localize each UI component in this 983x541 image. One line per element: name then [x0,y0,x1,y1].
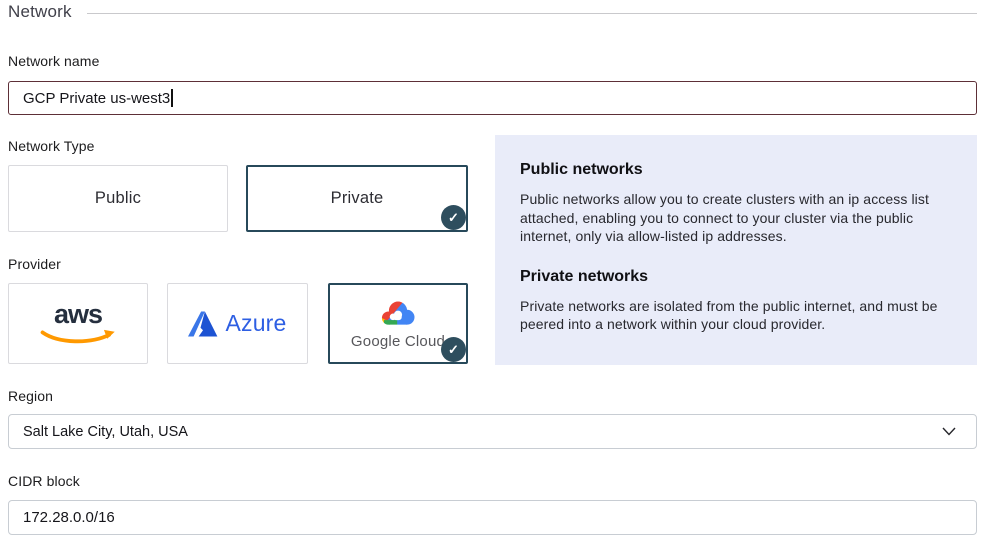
azure-triangle-icon [188,310,218,338]
cidr-block-label: CIDR block [8,473,80,489]
info-private-title: Private networks [520,268,952,286]
section-divider [87,13,977,14]
section-header: Network [8,1,977,23]
info-public-title: Public networks [520,161,952,179]
aws-smile-icon [40,329,116,346]
network-info-panel: Public networks Public networks allow yo… [495,135,977,365]
network-type-public-label: Public [95,189,141,208]
network-type-label: Network Type [8,138,95,154]
region-select[interactable]: Salt Lake City, Utah, USA [8,414,977,449]
network-type-option-private[interactable]: Private ✓ [246,165,468,232]
cidr-block-value: 172.28.0.0/16 [23,509,115,526]
provider-label: Provider [8,256,61,272]
chevron-down-icon [942,427,956,436]
info-public-body: Public networks allow you to create clus… [520,190,952,246]
network-type-option-public[interactable]: Public ✓ [8,165,228,232]
region-label: Region [8,388,53,404]
info-private-body: Private networks are isolated from the p… [520,297,952,334]
provider-option-azure[interactable]: Azure ✓ [167,283,308,364]
selected-check-icon: ✓ [441,337,466,362]
google-cloud-icon [377,297,419,330]
network-type-private-label: Private [331,189,384,208]
cidr-block-input[interactable]: 172.28.0.0/16 [8,500,977,535]
network-name-label: Network name [8,53,99,69]
provider-option-aws[interactable]: aws ✓ [8,283,148,364]
aws-wordmark: aws [54,301,102,328]
provider-option-google-cloud[interactable]: Google Cloud ✓ [328,283,468,364]
azure-wordmark: Azure [225,310,286,337]
google-cloud-logo-icon: Google Cloud [351,297,445,350]
azure-logo-icon: Azure [188,310,286,338]
page-title: Network [8,2,72,22]
aws-logo-icon: aws [40,301,116,346]
text-cursor [171,89,173,107]
google-cloud-wordmark: Google Cloud [351,333,445,350]
selected-check-icon: ✓ [441,205,466,230]
network-name-input[interactable]: GCP Private us-west3 [8,81,977,115]
network-name-value: GCP Private us-west3 [23,90,170,107]
region-selected-value: Salt Lake City, Utah, USA [23,424,942,440]
